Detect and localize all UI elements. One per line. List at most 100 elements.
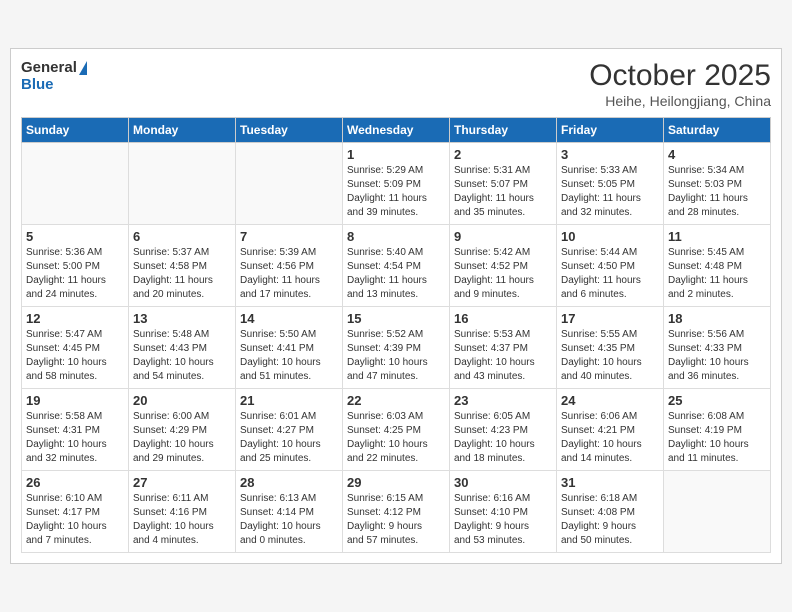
calendar-cell: 12 Sunrise: 5:47 AM Sunset: 4:45 PM Dayli… (22, 307, 129, 389)
day-info: Sunrise: 5:31 AM Sunset: 5:07 PM Dayligh… (454, 164, 552, 220)
calendar-cell: 9 Sunrise: 5:42 AM Sunset: 4:52 PM Daylig… (450, 225, 557, 307)
calendar-cell: 16 Sunrise: 5:53 AM Sunset: 4:37 PM Dayli… (450, 307, 557, 389)
day-number: 7 (240, 229, 338, 244)
day-info: Sunrise: 5:34 AM Sunset: 5:03 PM Dayligh… (668, 164, 766, 220)
calendar-cell: 22Sunrise: 6:03 AM Sunset: 4:25 PM Dayli… (343, 389, 450, 471)
day-number: 6 (133, 229, 231, 244)
calendar-cell: 24Sunrise: 6:06 AM Sunset: 4:21 PM Dayli… (557, 389, 664, 471)
calendar-cell: 7 Sunrise: 5:39 AM Sunset: 4:56 PM Daylig… (236, 225, 343, 307)
location-title: Heihe, Heilongjiang, China (589, 93, 771, 109)
day-number: 18 (668, 311, 766, 326)
calendar-table: SundayMondayTuesdayWednesdayThursdayFrid… (21, 117, 771, 553)
day-info: Sunrise: 5:29 AM Sunset: 5:09 PM Dayligh… (347, 164, 445, 220)
logo: General Blue (21, 59, 87, 94)
calendar-container: General Blue October 2025 Heihe, Heilong… (10, 48, 782, 564)
calendar-cell: 18 Sunrise: 5:56 AM Sunset: 4:33 PM Dayli… (664, 307, 771, 389)
day-info: Sunrise: 5:50 AM Sunset: 4:41 PM Dayligh… (240, 328, 338, 384)
calendar-cell: 19 Sunrise: 5:58 AM Sunset: 4:31 PM Dayli… (22, 389, 129, 471)
calendar-cell (129, 143, 236, 225)
calendar-cell: 25Sunrise: 6:08 AM Sunset: 4:19 PM Dayli… (664, 389, 771, 471)
day-number: 22 (347, 393, 445, 408)
day-number: 12 (26, 311, 124, 326)
day-info: Sunrise: 6:01 AM Sunset: 4:27 PM Dayligh… (240, 410, 338, 466)
day-info: Sunrise: 5:42 AM Sunset: 4:52 PM Dayligh… (454, 246, 552, 302)
calendar-cell: 21 Sunrise: 6:01 AM Sunset: 4:27 PM Dayli… (236, 389, 343, 471)
day-number: 5 (26, 229, 124, 244)
calendar-cell: 27 Sunrise: 6:11 AM Sunset: 4:16 PM Dayli… (129, 471, 236, 553)
day-number: 21 (240, 393, 338, 408)
calendar-cell: 11 Sunrise: 5:45 AM Sunset: 4:48 PM Dayli… (664, 225, 771, 307)
weekday-header: Monday (129, 118, 236, 143)
day-number: 29 (347, 475, 445, 490)
calendar-cell: 23Sunrise: 6:05 AM Sunset: 4:23 PM Dayli… (450, 389, 557, 471)
day-number: 1 (347, 147, 445, 162)
calendar-cell: 26Sunrise: 6:10 AM Sunset: 4:17 PM Dayli… (22, 471, 129, 553)
logo-blue: Blue (21, 76, 54, 93)
calendar-cell (664, 471, 771, 553)
weekday-header: Saturday (664, 118, 771, 143)
day-number: 27 (133, 475, 231, 490)
day-number: 11 (668, 229, 766, 244)
calendar-cell: 3 Sunrise: 5:33 AM Sunset: 5:05 PM Daylig… (557, 143, 664, 225)
weekday-header: Friday (557, 118, 664, 143)
day-info: Sunrise: 5:39 AM Sunset: 4:56 PM Dayligh… (240, 246, 338, 302)
calendar-cell: 10Sunrise: 5:44 AM Sunset: 4:50 PM Dayli… (557, 225, 664, 307)
day-info: Sunrise: 5:45 AM Sunset: 4:48 PM Dayligh… (668, 246, 766, 302)
day-number: 30 (454, 475, 552, 490)
calendar-cell: 30Sunrise: 6:16 AM Sunset: 4:10 PM Dayli… (450, 471, 557, 553)
day-number: 13 (133, 311, 231, 326)
logo-icon (79, 61, 87, 75)
day-number: 9 (454, 229, 552, 244)
day-number: 28 (240, 475, 338, 490)
day-info: Sunrise: 5:33 AM Sunset: 5:05 PM Dayligh… (561, 164, 659, 220)
day-info: Sunrise: 5:53 AM Sunset: 4:37 PM Dayligh… (454, 328, 552, 384)
day-info: Sunrise: 5:55 AM Sunset: 4:35 PM Dayligh… (561, 328, 659, 384)
calendar-cell: 31 Sunrise: 6:18 AM Sunset: 4:08 PM Dayli… (557, 471, 664, 553)
day-info: Sunrise: 5:56 AM Sunset: 4:33 PM Dayligh… (668, 328, 766, 384)
calendar-cell: 28 Sunrise: 6:13 AM Sunset: 4:14 PM Dayli… (236, 471, 343, 553)
day-info: Sunrise: 6:08 AM Sunset: 4:19 PM Dayligh… (668, 410, 766, 466)
day-number: 16 (454, 311, 552, 326)
calendar-cell (22, 143, 129, 225)
month-title: October 2025 (589, 59, 771, 93)
day-number: 14 (240, 311, 338, 326)
header-section: General Blue October 2025 Heihe, Heilong… (21, 59, 771, 109)
day-info: Sunrise: 5:37 AM Sunset: 4:58 PM Dayligh… (133, 246, 231, 302)
day-info: Sunrise: 6:18 AM Sunset: 4:08 PM Dayligh… (561, 492, 659, 548)
day-info: Sunrise: 6:05 AM Sunset: 4:23 PM Dayligh… (454, 410, 552, 466)
day-info: Sunrise: 5:44 AM Sunset: 4:50 PM Dayligh… (561, 246, 659, 302)
weekday-header: Thursday (450, 118, 557, 143)
day-info: Sunrise: 5:36 AM Sunset: 5:00 PM Dayligh… (26, 246, 124, 302)
day-info: Sunrise: 5:58 AM Sunset: 4:31 PM Dayligh… (26, 410, 124, 466)
calendar-cell: 29 Sunrise: 6:15 AM Sunset: 4:12 PM Dayli… (343, 471, 450, 553)
calendar-cell: 8Sunrise: 5:40 AM Sunset: 4:54 PM Daylig… (343, 225, 450, 307)
day-number: 20 (133, 393, 231, 408)
day-number: 26 (26, 475, 124, 490)
calendar-cell (236, 143, 343, 225)
calendar-cell: 5 Sunrise: 5:36 AM Sunset: 5:00 PM Daylig… (22, 225, 129, 307)
calendar-week-row: 1 Sunrise: 5:29 AM Sunset: 5:09 PM Daylig… (22, 143, 771, 225)
weekday-header-row: SundayMondayTuesdayWednesdayThursdayFrid… (22, 118, 771, 143)
calendar-cell: 14 Sunrise: 5:50 AM Sunset: 4:41 PM Dayli… (236, 307, 343, 389)
calendar-week-row: 19 Sunrise: 5:58 AM Sunset: 4:31 PM Dayli… (22, 389, 771, 471)
day-number: 3 (561, 147, 659, 162)
calendar-cell: 2 Sunrise: 5:31 AM Sunset: 5:07 PM Daylig… (450, 143, 557, 225)
day-number: 19 (26, 393, 124, 408)
day-info: Sunrise: 5:47 AM Sunset: 4:45 PM Dayligh… (26, 328, 124, 384)
day-number: 31 (561, 475, 659, 490)
calendar-cell: 13Sunrise: 5:48 AM Sunset: 4:43 PM Dayli… (129, 307, 236, 389)
day-info: Sunrise: 6:15 AM Sunset: 4:12 PM Dayligh… (347, 492, 445, 548)
day-number: 4 (668, 147, 766, 162)
calendar-cell: 1 Sunrise: 5:29 AM Sunset: 5:09 PM Daylig… (343, 143, 450, 225)
calendar-cell: 4 Sunrise: 5:34 AM Sunset: 5:03 PM Daylig… (664, 143, 771, 225)
day-info: Sunrise: 6:11 AM Sunset: 4:16 PM Dayligh… (133, 492, 231, 548)
day-info: Sunrise: 6:00 AM Sunset: 4:29 PM Dayligh… (133, 410, 231, 466)
day-number: 2 (454, 147, 552, 162)
weekday-header: Tuesday (236, 118, 343, 143)
title-section: October 2025 Heihe, Heilongjiang, China (589, 59, 771, 109)
calendar-week-row: 5 Sunrise: 5:36 AM Sunset: 5:00 PM Daylig… (22, 225, 771, 307)
day-number: 15 (347, 311, 445, 326)
day-info: Sunrise: 6:13 AM Sunset: 4:14 PM Dayligh… (240, 492, 338, 548)
calendar-cell: 15Sunrise: 5:52 AM Sunset: 4:39 PM Dayli… (343, 307, 450, 389)
calendar-cell: 20 Sunrise: 6:00 AM Sunset: 4:29 PM Dayli… (129, 389, 236, 471)
